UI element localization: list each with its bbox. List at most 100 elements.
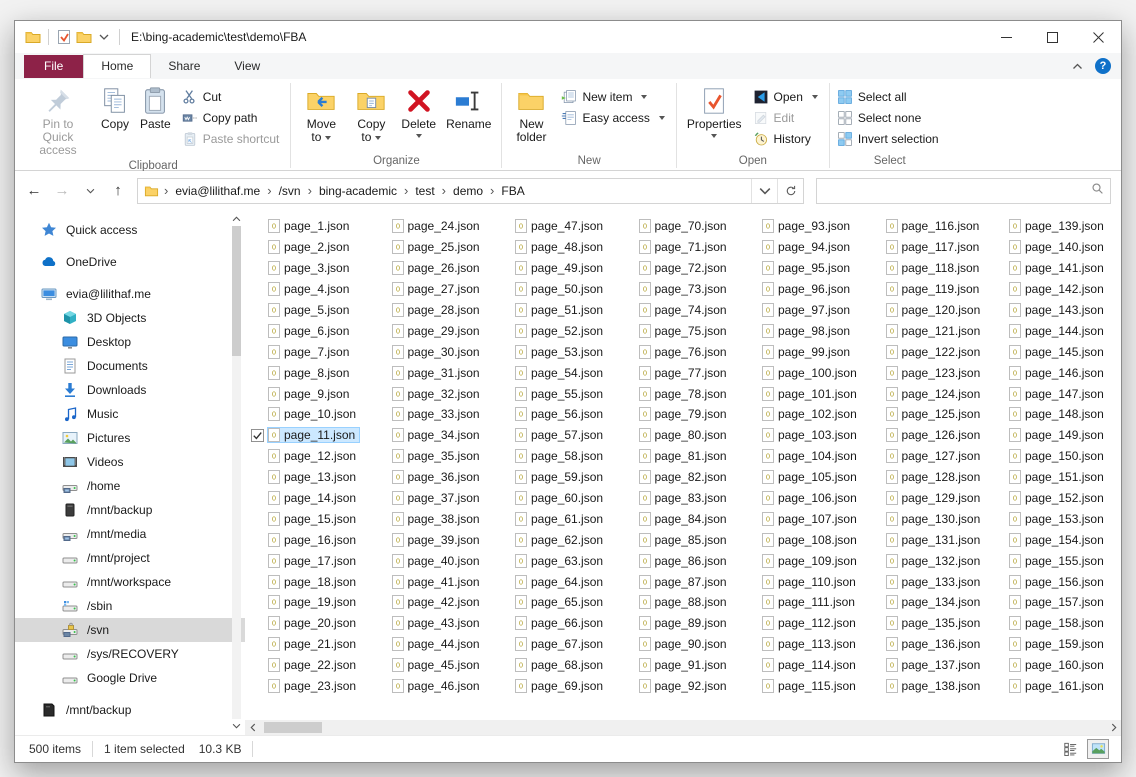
file-item[interactable]: 0page_153.json [992, 508, 1116, 529]
file-item[interactable]: 0page_133.json [869, 571, 993, 592]
file-item[interactable]: 0page_111.json [745, 592, 869, 613]
file-item[interactable]: 0page_51.json [498, 300, 622, 321]
file-item[interactable]: 0page_60.json [498, 488, 622, 509]
file-item[interactable]: 0page_33.json [375, 404, 499, 425]
file-item[interactable]: 0page_99.json [745, 341, 869, 362]
copy-button[interactable]: Copy [96, 83, 134, 132]
file-item[interactable]: 0page_8.json [251, 362, 375, 383]
file-item[interactable]: 0page_100.json [745, 362, 869, 383]
file-item[interactable]: 0page_50.json [498, 279, 622, 300]
file-item[interactable]: 0page_71.json [622, 237, 746, 258]
file-item[interactable]: 0page_67.json [498, 634, 622, 655]
file-item[interactable]: 0page_94.json [745, 237, 869, 258]
file-item[interactable]: 0page_159.json [992, 634, 1116, 655]
breadcrumb-item-svn[interactable]: /svn [273, 184, 307, 198]
file-item[interactable]: 0page_157.json [992, 592, 1116, 613]
edit-button[interactable]: Edit [751, 107, 824, 128]
cut-button[interactable]: Cut [180, 86, 286, 107]
file-item[interactable]: 0page_110.json [745, 571, 869, 592]
rename-button[interactable]: Rename [442, 83, 495, 132]
sidebar-item-desktop[interactable]: Desktop [15, 330, 245, 354]
file-item[interactable]: 0page_14.json [251, 488, 375, 509]
file-item[interactable]: 0page_147.json [992, 383, 1116, 404]
file-item[interactable]: 0page_82.json [622, 467, 746, 488]
file-item[interactable]: 0page_124.json [869, 383, 993, 404]
tab-share[interactable]: Share [151, 55, 217, 78]
properties-button[interactable]: Properties [683, 83, 746, 139]
file-item[interactable]: 0page_81.json [622, 446, 746, 467]
file-item[interactable]: 0page_36.json [375, 467, 499, 488]
file-item[interactable]: 0page_154.json [992, 529, 1116, 550]
file-item[interactable]: 0page_4.json [251, 279, 375, 300]
file-item[interactable]: 0page_65.json [498, 592, 622, 613]
sidebar-item-pictures[interactable]: Pictures [15, 426, 245, 450]
sidebar-item-mnt-backup[interactable]: /mnt/backup [15, 698, 245, 722]
sidebar-item-evia-lilithaf-me[interactable]: evia@lilithaf.me [15, 282, 245, 306]
file-item[interactable]: 0page_96.json [745, 279, 869, 300]
file-item[interactable]: 0page_123.json [869, 362, 993, 383]
file-item[interactable]: 0page_150.json [992, 446, 1116, 467]
file-item[interactable]: 0page_57.json [498, 425, 622, 446]
file-item[interactable]: 0page_13.json [251, 467, 375, 488]
file-item[interactable]: 0page_84.json [622, 508, 746, 529]
paste-shortcut-button[interactable]: Paste shortcut [180, 128, 286, 149]
file-item[interactable]: 0page_25.json [375, 237, 499, 258]
select-none-button[interactable]: Select none [835, 107, 945, 128]
sidebar-item-downloads[interactable]: Downloads [15, 378, 245, 402]
refresh-icon[interactable] [777, 179, 803, 203]
file-item[interactable]: 0page_132.json [869, 550, 993, 571]
search-input[interactable] [823, 184, 1091, 198]
file-item[interactable]: 0page_76.json [622, 341, 746, 362]
file-item[interactable]: 0page_74.json [622, 300, 746, 321]
sidebar-item-svn[interactable]: /svn [15, 618, 245, 642]
file-item[interactable]: 0page_21.json [251, 634, 375, 655]
sidebar-scrollbar[interactable] [230, 212, 243, 733]
file-item[interactable]: 0page_75.json [622, 320, 746, 341]
file-item[interactable]: 0page_63.json [498, 550, 622, 571]
file-item[interactable]: 0page_141.json [992, 258, 1116, 279]
breadcrumb-item-demo[interactable]: demo [447, 184, 489, 198]
file-item[interactable]: 0page_27.json [375, 279, 499, 300]
file-item[interactable]: 0page_10.json [251, 404, 375, 425]
minimize-icon[interactable] [983, 21, 1029, 53]
file-item[interactable]: 0page_32.json [375, 383, 499, 404]
file-item[interactable]: 0page_47.json [498, 216, 622, 237]
file-item[interactable]: 0page_20.json [251, 613, 375, 634]
new-folder-button[interactable]: New folder [508, 83, 554, 145]
scroll-left-icon[interactable] [245, 720, 260, 735]
file-item[interactable]: 0page_42.json [375, 592, 499, 613]
file-item[interactable]: 0page_160.json [992, 655, 1116, 676]
file-item[interactable]: 0page_2.json [251, 237, 375, 258]
breadcrumb-item-bing-academic[interactable]: bing-academic [313, 184, 403, 198]
file-item[interactable]: 0page_72.json [622, 258, 746, 279]
file-item[interactable]: 0page_59.json [498, 467, 622, 488]
file-item[interactable]: 0page_37.json [375, 488, 499, 509]
file-item[interactable]: 0page_38.json [375, 508, 499, 529]
file-item[interactable]: 0page_86.json [622, 550, 746, 571]
file-item[interactable]: 0page_6.json [251, 320, 375, 341]
file-item[interactable]: 0page_35.json [375, 446, 499, 467]
file-item[interactable]: 0page_66.json [498, 613, 622, 634]
file-item[interactable]: 0page_144.json [992, 320, 1116, 341]
qat-new-folder-icon[interactable] [74, 27, 94, 47]
file-item[interactable]: 0page_143.json [992, 300, 1116, 321]
forward-icon[interactable]: → [49, 178, 75, 204]
file-item[interactable]: 0page_112.json [745, 613, 869, 634]
address-dropdown-icon[interactable] [751, 179, 777, 203]
file-item[interactable]: 0page_145.json [992, 341, 1116, 362]
file-item[interactable]: 0page_88.json [622, 592, 746, 613]
sidebar-item-google-drive[interactable]: Google Drive [15, 666, 245, 690]
file-item[interactable]: 0page_131.json [869, 529, 993, 550]
file-item[interactable]: 0page_43.json [375, 613, 499, 634]
file-item[interactable]: 0page_152.json [992, 488, 1116, 509]
file-item[interactable]: 0page_136.json [869, 634, 993, 655]
file-item[interactable]: 0page_11.json [251, 425, 375, 446]
file-item[interactable]: 0page_49.json [498, 258, 622, 279]
file-item[interactable]: 0page_117.json [869, 237, 993, 258]
sidebar-item-music[interactable]: Music [15, 402, 245, 426]
file-item[interactable]: 0page_70.json [622, 216, 746, 237]
file-item[interactable]: 0page_109.json [745, 550, 869, 571]
file-item[interactable]: 0page_148.json [992, 404, 1116, 425]
tab-file[interactable]: File [24, 55, 83, 78]
sidebar-item-home[interactable]: /home [15, 474, 245, 498]
